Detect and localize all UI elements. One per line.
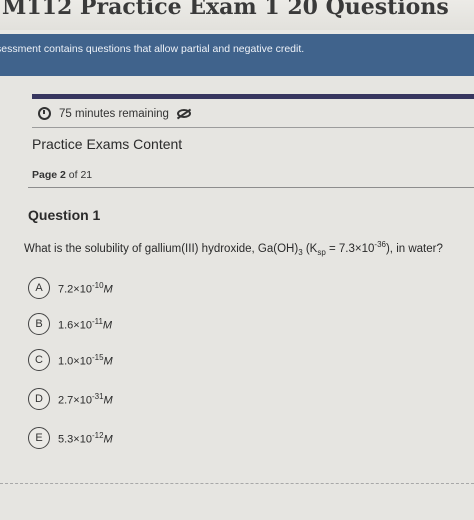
page-indicator: Page 2 of 21 bbox=[32, 169, 92, 181]
option-letter[interactable]: C bbox=[28, 349, 50, 371]
question-title: Question 1 bbox=[28, 207, 101, 223]
option-text: 1.6×10-11M bbox=[58, 316, 113, 332]
option-letter[interactable]: B bbox=[28, 313, 50, 335]
answer-option-d[interactable]: D 2.7×10-31M bbox=[28, 388, 113, 410]
page-total: of 21 bbox=[68, 169, 93, 181]
divider bbox=[0, 483, 474, 484]
hide-timer-icon[interactable] bbox=[176, 109, 191, 118]
progress-bar bbox=[32, 94, 474, 99]
option-text: 1.0×10-15M bbox=[58, 352, 113, 368]
option-text: 5.3×10-12M bbox=[58, 430, 113, 446]
exam-content: 75 minutes remaining Practice Exams Cont… bbox=[0, 76, 474, 520]
option-letter[interactable]: E bbox=[28, 427, 50, 449]
timer-text: 75 minutes remaining bbox=[59, 107, 169, 120]
answer-option-c[interactable]: C 1.0×10-15M bbox=[28, 349, 113, 371]
option-text: 7.2×10-10M bbox=[58, 280, 113, 296]
option-letter[interactable]: A bbox=[28, 277, 50, 299]
credit-notice-text: sessment contains questions that allow p… bbox=[0, 43, 305, 55]
section-title: Practice Exams Content bbox=[32, 136, 183, 152]
credit-notice-banner: sessment contains questions that allow p… bbox=[0, 34, 474, 76]
answer-option-b[interactable]: B 1.6×10-11M bbox=[28, 313, 112, 335]
clock-icon bbox=[38, 107, 51, 120]
page-current: 2 bbox=[60, 169, 66, 181]
timer: 75 minutes remaining bbox=[38, 107, 191, 120]
option-text: 2.7×10-31M bbox=[58, 391, 113, 407]
divider bbox=[28, 187, 474, 188]
title-bar: M112 Practice Exam 1 20 Questions bbox=[0, 0, 474, 30]
page-title: M112 Practice Exam 1 20 Questions bbox=[2, 0, 449, 20]
page-label: Page bbox=[32, 169, 58, 181]
option-letter[interactable]: D bbox=[28, 388, 50, 410]
answer-option-e[interactable]: E 5.3×10-12M bbox=[28, 427, 113, 449]
answer-option-a[interactable]: A 7.2×10-10M bbox=[28, 277, 113, 299]
divider bbox=[32, 127, 474, 128]
question-text: What is the solubility of gallium(III) h… bbox=[24, 240, 443, 258]
